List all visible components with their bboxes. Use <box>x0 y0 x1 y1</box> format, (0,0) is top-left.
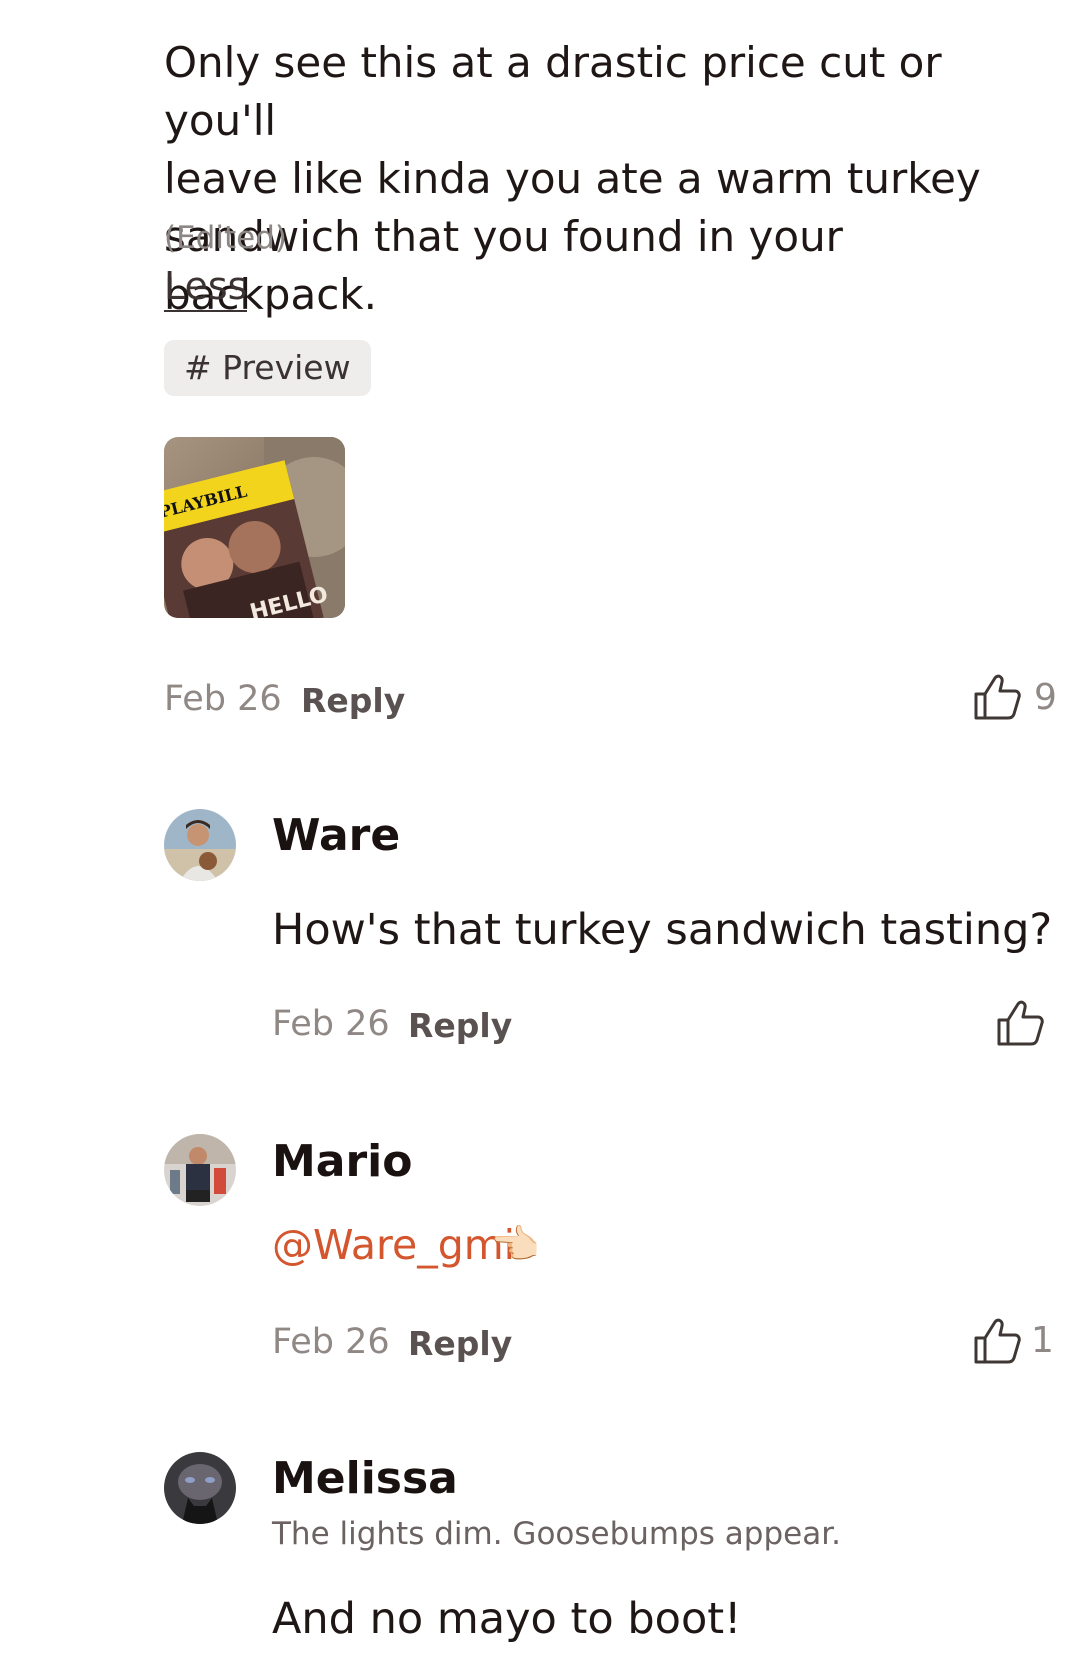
mention-link[interactable]: @Ware_gmi <box>272 1221 515 1269</box>
comment-date: Feb 26 <box>164 679 282 719</box>
reply-date-ware: Feb 26 <box>272 1004 390 1044</box>
avatar-melissa[interactable] <box>164 1452 236 1524</box>
reply-body-ware: How's that turkey sandwich tasting? <box>272 905 1053 955</box>
author-name-mario[interactable]: Mario <box>272 1136 413 1187</box>
author-tagline-melissa: The lights dim. Goosebumps appear. <box>272 1516 841 1552</box>
reply-date-mario: Feb 26 <box>272 1322 390 1362</box>
author-name-ware[interactable]: Ware <box>272 810 400 861</box>
thumbs-up-icon[interactable] <box>972 672 1022 722</box>
reply-body-melissa: And no mayo to boot! <box>272 1594 742 1644</box>
avatar-mario[interactable] <box>164 1134 236 1206</box>
less-link[interactable]: Less <box>164 264 248 312</box>
reply-button[interactable]: Reply <box>301 681 405 720</box>
playbill-photo: PLAYBILL HELLO <box>164 437 345 618</box>
avatar-ware[interactable] <box>164 809 236 881</box>
author-name-melissa[interactable]: Melissa <box>272 1453 458 1504</box>
playbill-image[interactable]: PLAYBILL HELLO <box>164 437 345 618</box>
like-count: 9 <box>1034 677 1057 718</box>
preview-tag[interactable]: # Preview <box>164 340 371 396</box>
reply-button-ware[interactable]: Reply <box>408 1006 512 1045</box>
edited-label: (Edited) <box>164 220 287 256</box>
comment-body: Only see this at a drastic price cut or … <box>164 38 981 319</box>
pointing-hand-emoji: 👈🏻 <box>490 1222 540 1268</box>
thumbs-up-icon[interactable] <box>995 998 1045 1048</box>
reply-button-mario[interactable]: Reply <box>408 1324 512 1363</box>
like-count-mario: 1 <box>1031 1320 1054 1361</box>
thumbs-up-icon[interactable] <box>972 1316 1022 1366</box>
